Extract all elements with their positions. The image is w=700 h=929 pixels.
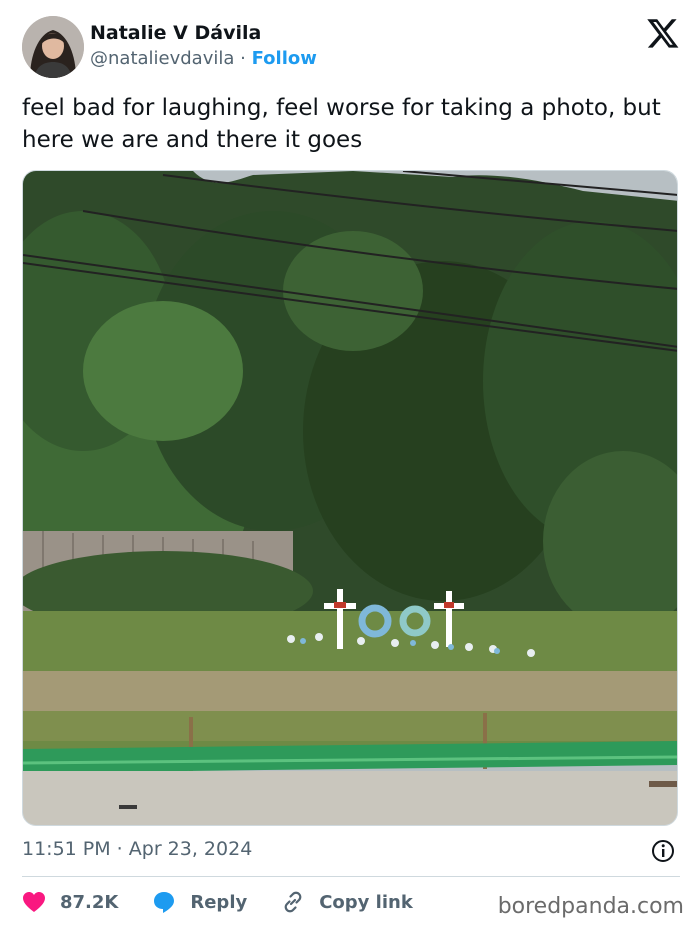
reply-bubble-icon	[154, 892, 175, 913]
x-logo-icon[interactable]	[646, 16, 680, 50]
reply-label: Reply	[190, 891, 248, 913]
copy-link-button[interactable]: Copy link	[281, 890, 413, 914]
link-icon	[284, 891, 302, 913]
author-name[interactable]: Natalie V Dávila	[90, 22, 261, 44]
tweet-photo[interactable]	[22, 170, 678, 826]
tweet-text: feel bad for laughing, feel worse for ta…	[22, 95, 661, 153]
info-icon[interactable]	[650, 838, 676, 864]
watermark: boredpanda.com	[497, 894, 684, 919]
action-bar: 87.2K Reply Copy link	[22, 888, 447, 916]
like-button[interactable]: 87.2K	[22, 891, 118, 913]
author-handle[interactable]: @natalievdavila	[90, 48, 234, 69]
reply-button[interactable]: Reply	[152, 890, 247, 914]
copy-link-label: Copy link	[319, 891, 413, 913]
author-handle-line: @natalievdavila · Follow	[90, 48, 317, 69]
avatar[interactable]	[22, 16, 84, 78]
tweet-timestamp[interactable]: 11:51 PM · Apr 23, 2024	[22, 838, 252, 860]
heart-icon	[23, 892, 45, 912]
divider	[22, 876, 680, 877]
tweet-card: Natalie V Dávila @natalievdavila · Follo…	[0, 0, 700, 929]
follow-button[interactable]: Follow	[252, 48, 317, 69]
like-count: 87.2K	[60, 891, 119, 913]
separator-dot: ·	[240, 48, 246, 69]
